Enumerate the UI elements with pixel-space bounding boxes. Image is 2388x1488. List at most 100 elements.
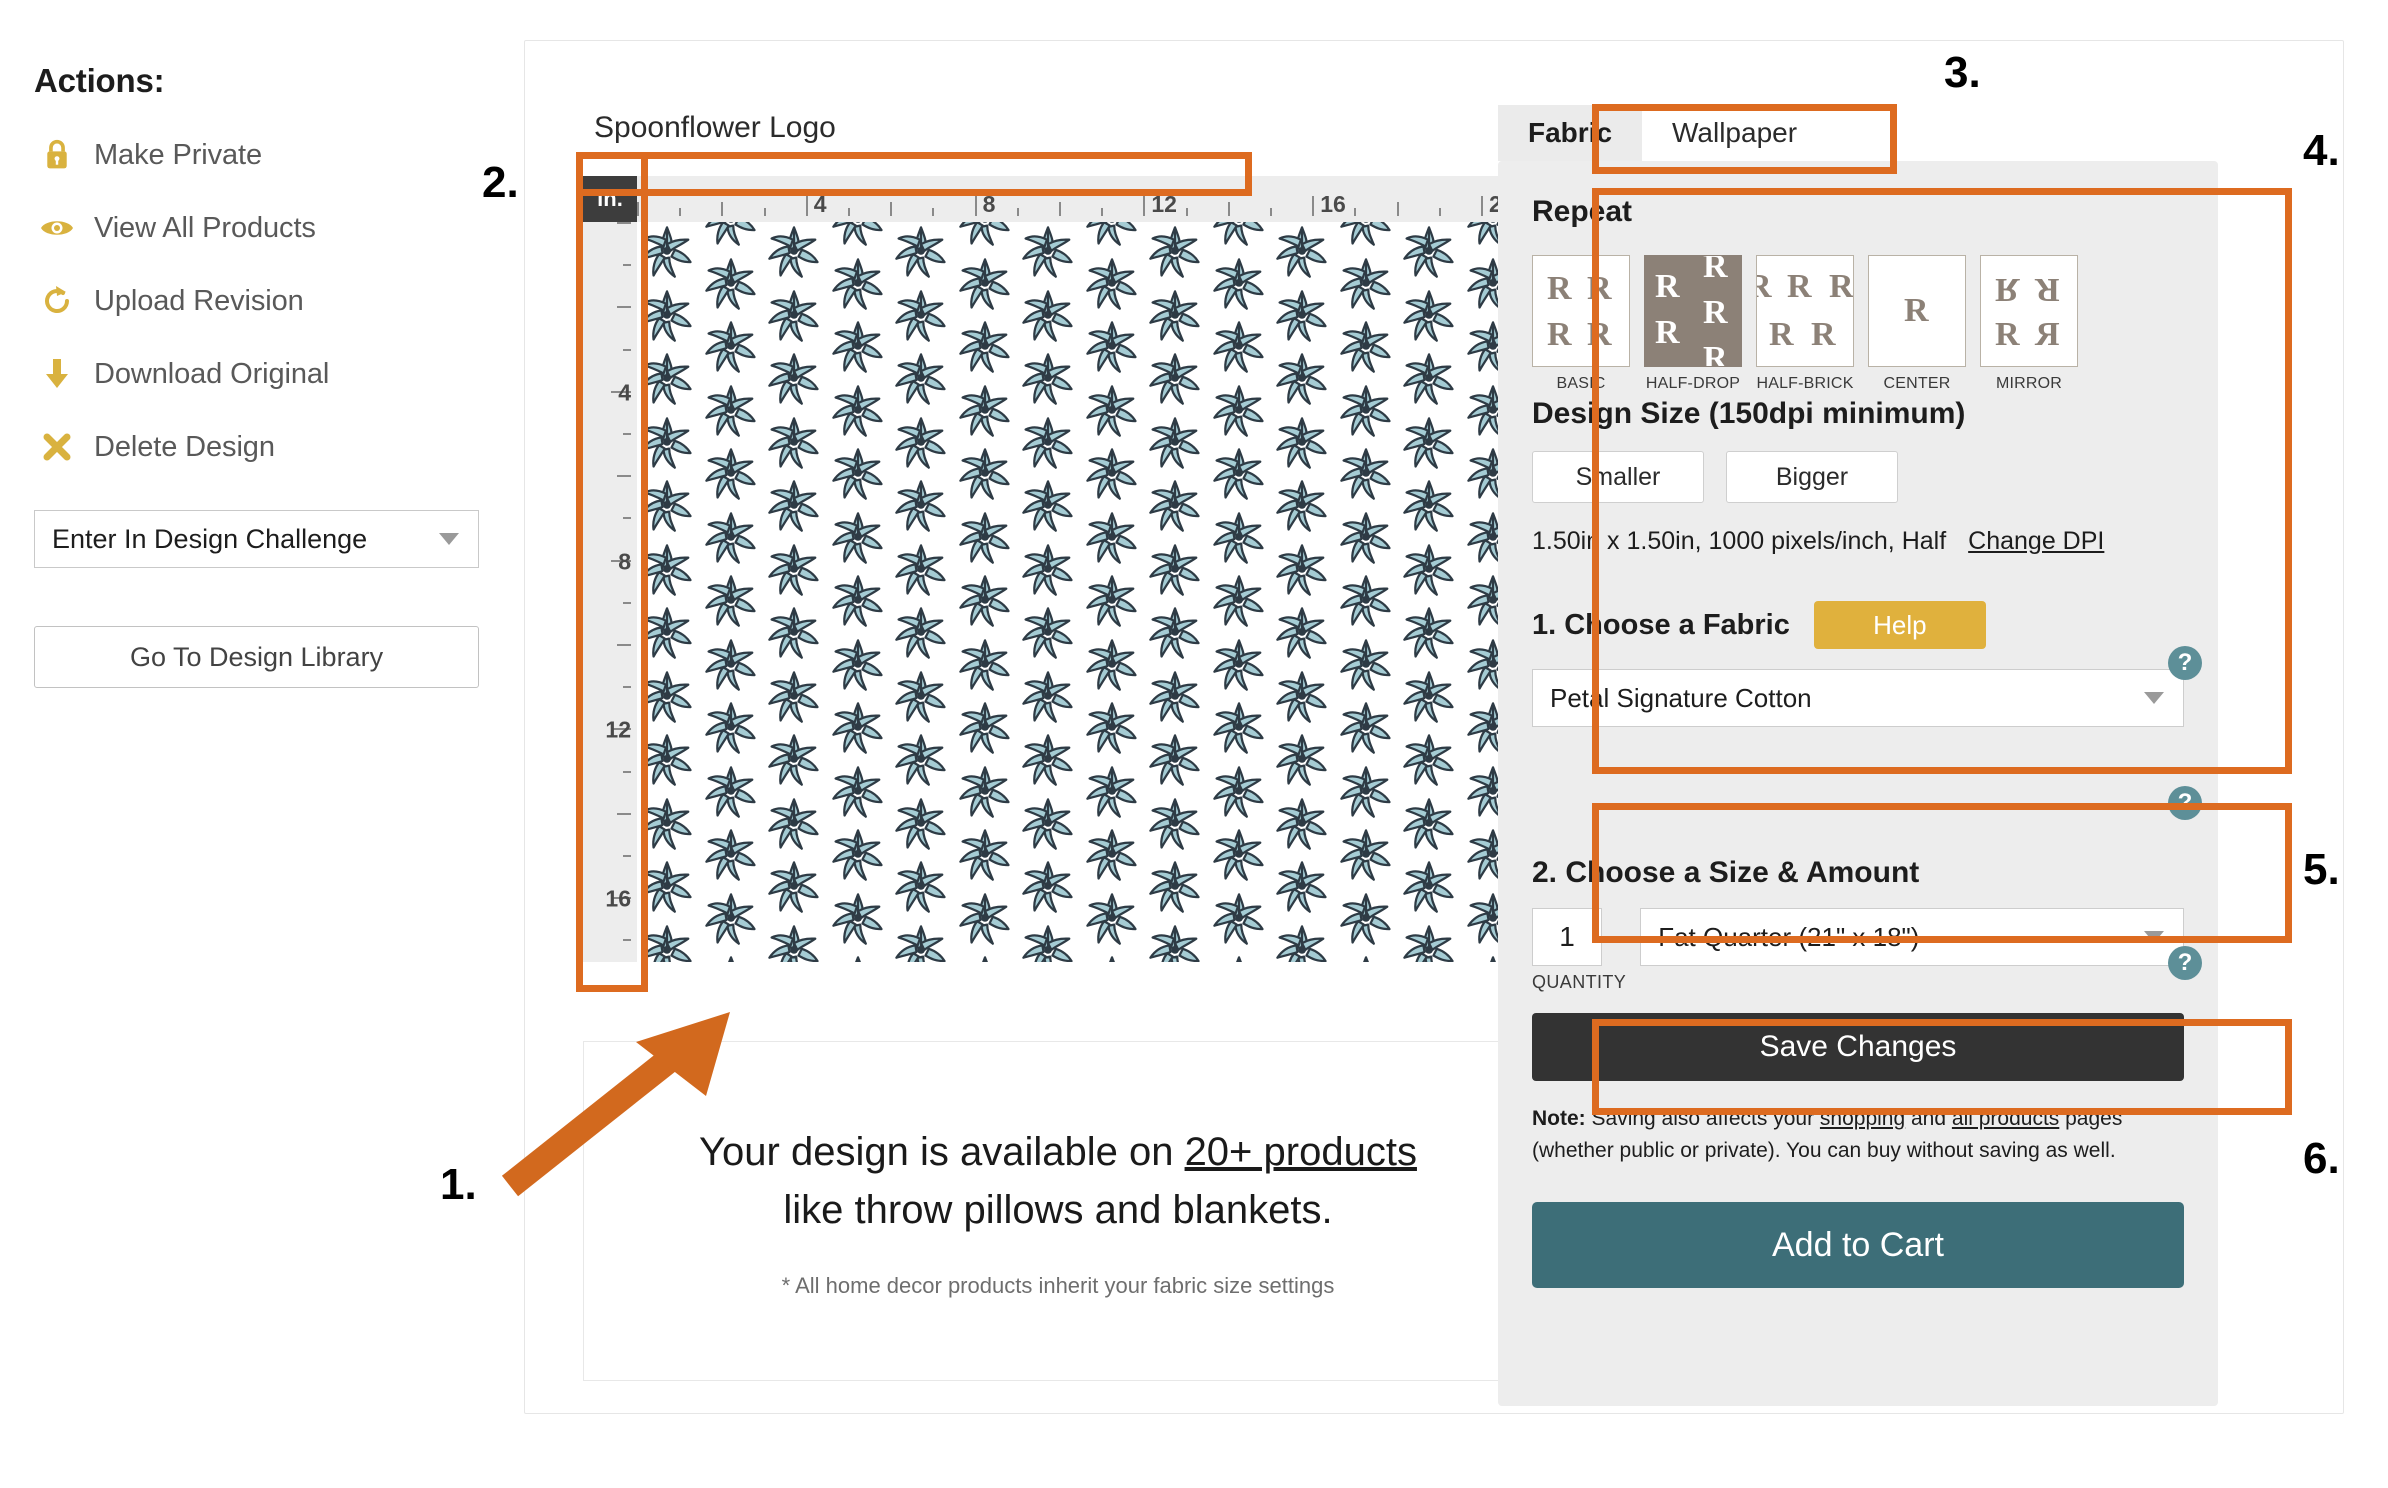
fabric-help-button[interactable]: Help [1813, 601, 1986, 649]
size-amount-row: 1 QUANTITY Fat Quarter (21" x 18") [1532, 908, 2184, 993]
action-label: View All Products [94, 211, 316, 244]
pattern-motif [1211, 891, 1267, 947]
pattern-motif [830, 764, 886, 820]
note-part1: Saving also affects your [1585, 1107, 1820, 1130]
products-link[interactable]: 20+ products [1185, 1130, 1417, 1174]
pattern-motif [1211, 573, 1267, 629]
tab-wallpaper[interactable]: Wallpaper [1642, 105, 1828, 161]
action-upload-revision[interactable]: Upload Revision [34, 276, 504, 326]
pattern-motif [1084, 573, 1140, 629]
repeat-thumb-basic: R R R R [1532, 255, 1630, 367]
ruler-tick-label: 12 [1151, 191, 1177, 217]
change-dpi-link[interactable]: Change DPI [1968, 527, 2104, 556]
pattern-motif [830, 222, 886, 248]
pattern-motif [1401, 605, 1457, 661]
pattern-motif [1020, 605, 1076, 661]
repeat-label: HALF-BRICK [1756, 375, 1854, 392]
tab-fabric[interactable]: Fabric [1498, 105, 1643, 161]
pattern-motif [1338, 319, 1394, 375]
pattern-motif [1084, 222, 1140, 248]
repeat-glyph: R [1655, 314, 1680, 351]
add-to-cart-button[interactable]: Add to Cart [1532, 1202, 2184, 1288]
repeat-glyph: R [1547, 316, 1572, 353]
size-amount-help-icon[interactable]: ? [2168, 946, 2202, 980]
choose-fabric-title: 1. Choose a Fabric [1532, 608, 1790, 641]
size-select[interactable]: Fat Quarter (21" x 18") [1640, 908, 2184, 966]
repeat-glyph: R [1829, 268, 1854, 305]
repeat-option-mirror[interactable]: R R R R MIRROR [1980, 255, 2078, 393]
smaller-button[interactable]: Smaller [1532, 451, 1704, 503]
pattern-motif [957, 510, 1013, 566]
pattern-motif [1084, 954, 1140, 962]
go-to-design-library-button[interactable]: Go To Design Library [34, 626, 479, 688]
size-help-icon[interactable]: ? [2168, 646, 2202, 680]
ruler-unit-toggle[interactable]: in. [583, 176, 637, 222]
design-challenge-select[interactable]: Enter In Design Challenge [34, 510, 479, 568]
annotation-number-3: 3. [1944, 48, 1981, 97]
pattern-motif [1274, 351, 1330, 407]
pattern-motif [1401, 478, 1457, 534]
note-part2: and [1905, 1107, 1952, 1130]
pattern-motif [703, 383, 759, 439]
pattern-motif [703, 510, 759, 566]
pattern-motif [893, 923, 949, 962]
pattern-motif [1401, 796, 1457, 852]
pattern-swatch[interactable] [637, 222, 1531, 962]
pattern-motif [766, 732, 822, 788]
pattern-motif [1211, 764, 1267, 820]
pattern-motif [1147, 478, 1203, 534]
fabric-help-icon[interactable]: ? [2168, 786, 2202, 820]
pattern-motif [1084, 319, 1140, 375]
pattern-motif [1020, 923, 1076, 962]
quantity-input[interactable]: 1 [1532, 908, 1602, 966]
pattern-motif [1401, 859, 1457, 915]
fabric-select[interactable]: Petal Signature Cotton [1532, 669, 2184, 727]
save-changes-button[interactable]: Save Changes [1532, 1013, 2184, 1081]
chevron-down-icon [2144, 931, 2164, 943]
pattern-motif [703, 700, 759, 756]
action-delete-design[interactable]: Delete Design [34, 422, 504, 472]
eye-icon [34, 215, 80, 241]
pattern-motif [893, 415, 949, 471]
download-icon [34, 357, 80, 391]
pattern-motif [1338, 510, 1394, 566]
note-link-all-products[interactable]: all products [1952, 1107, 2059, 1130]
pattern-motif [1401, 288, 1457, 344]
pattern-motif [766, 859, 822, 915]
chevron-down-icon [2144, 692, 2164, 704]
action-label: Download Original [94, 357, 330, 390]
repeat-option-half-brick[interactable]: R R R R R HALF-BRICK [1756, 255, 1854, 393]
action-view-all-products[interactable]: View All Products [34, 203, 504, 253]
pattern-motif [703, 446, 759, 502]
ruler-tick-label: 16 [605, 885, 631, 912]
pattern-motif [766, 478, 822, 534]
repeat-glyph: R [1995, 316, 2020, 353]
configuration-panel: Repeat R R R R BASIC R R R R R HALF-DROP… [1498, 161, 2218, 1406]
ruler-tick-label: 8 [618, 548, 631, 575]
action-make-private[interactable]: Make Private [34, 130, 504, 180]
bigger-button[interactable]: Bigger [1726, 451, 1898, 503]
size-select-value: Fat Quarter (21" x 18") [1658, 921, 1920, 952]
annotation-number-1: 1. [440, 1160, 477, 1209]
pattern-motif [1401, 542, 1457, 598]
pattern-motif [1274, 796, 1330, 852]
pattern-motif [1274, 669, 1330, 725]
pattern-motif [830, 573, 886, 629]
action-download-original[interactable]: Download Original [34, 349, 504, 399]
pattern-motif [957, 319, 1013, 375]
note-link-shopping[interactable]: shopping [1820, 1107, 1905, 1130]
design-dimensions-row: 1.50in x 1.50in, 1000 pixels/inch, Half … [1532, 527, 2184, 556]
pattern-motif [1147, 542, 1203, 598]
pattern-motif [830, 827, 886, 883]
products-headline: Your design is available on 20+ products… [699, 1123, 1417, 1239]
pattern-motif [1338, 573, 1394, 629]
repeat-option-basic[interactable]: R R R R BASIC [1532, 255, 1630, 393]
pattern-motif [766, 923, 822, 962]
pattern-motif [1338, 383, 1394, 439]
vertical-ruler: 4 8 12 16 [583, 222, 637, 962]
repeat-option-half-drop[interactable]: R R R R R HALF-DROP [1644, 255, 1742, 393]
pattern-motif [766, 605, 822, 661]
repeat-option-center[interactable]: R CENTER [1868, 255, 1966, 393]
annotation-number-6: 6. [2303, 1134, 2340, 1183]
pattern-motif [703, 954, 759, 962]
